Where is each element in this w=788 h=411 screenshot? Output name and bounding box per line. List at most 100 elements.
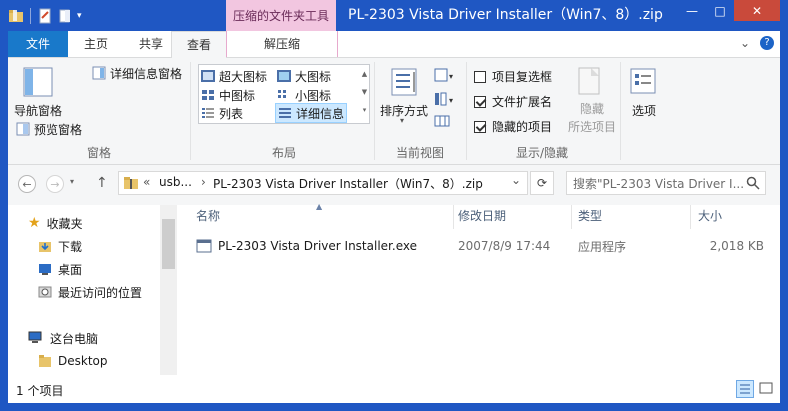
tab-share[interactable]: 共享	[124, 31, 178, 57]
qat-dropdown-icon[interactable]: ▾	[77, 11, 82, 21]
nav-item-downloads[interactable]: 下载	[38, 235, 82, 257]
maximize-button[interactable]: □	[706, 0, 734, 21]
back-button[interactable]: ←	[18, 175, 36, 193]
extra-large-icons-icon	[201, 70, 215, 82]
options-icon	[630, 68, 656, 94]
item-checkboxes-option[interactable]: 项目复选框	[474, 68, 552, 85]
details-view-toggle[interactable]	[736, 380, 754, 398]
refresh-button[interactable]: ⟳	[530, 171, 554, 195]
file-name: PL-2303 Vista Driver Installer.exe	[218, 239, 417, 253]
nav-pane-button[interactable]: 导航窗格	[12, 66, 62, 120]
star-icon: ★	[28, 215, 41, 231]
nav-item-desktop-folder-label: Desktop	[58, 354, 108, 368]
address-segment-zip[interactable]: PL-2303 Vista Driver Installer（Win7、8）.z…	[213, 175, 483, 192]
nav-item-this-pc[interactable]: 这台电脑	[28, 327, 98, 349]
layout-list[interactable]: 列表	[201, 104, 243, 122]
nav-item-downloads-label: 下载	[58, 239, 83, 254]
layout-extra-large[interactable]: 超大图标	[201, 67, 267, 85]
address-segment-usb[interactable]: usb...	[159, 175, 192, 189]
sort-by-button[interactable]: 排序方式 ▾	[378, 66, 430, 126]
desktop-folder-icon	[39, 355, 51, 367]
tab-extract[interactable]: 解压缩	[226, 31, 338, 57]
exe-file-icon	[196, 239, 212, 253]
forward-button[interactable]: →	[46, 175, 64, 193]
large-icons-view-toggle[interactable]	[758, 380, 776, 398]
status-bar: 1 个项目	[8, 375, 780, 403]
layout-group-label: 布局	[271, 146, 296, 160]
column-header-type[interactable]: 类型	[578, 205, 602, 229]
recent-locations-icon[interactable]: ▾	[70, 177, 74, 186]
hidden-items-label: 隐藏的项目	[492, 120, 553, 134]
properties-icon[interactable]	[37, 8, 53, 24]
table-row[interactable]: PL-2303 Vista Driver Installer.exe 2007/…	[186, 235, 768, 257]
preview-pane-button[interactable]: 预览窗格	[16, 120, 82, 138]
hidden-items-option[interactable]: 隐藏的项目	[474, 118, 552, 135]
details-pane-button[interactable]: 详细信息窗格	[92, 64, 182, 82]
layout-large-label: 大图标	[295, 69, 332, 84]
column-header-modified[interactable]: 修改日期	[458, 205, 506, 229]
file-extensions-checkbox[interactable]	[474, 95, 486, 108]
hide-selected-button[interactable]: 隐藏 所选项目	[562, 66, 618, 136]
item-checkboxes-checkbox[interactable]	[474, 70, 486, 83]
address-bar[interactable]: « usb... › PL-2303 Vista Driver Installe…	[118, 171, 528, 195]
window-controls: — □ ✕	[678, 0, 780, 21]
tab-file[interactable]: 文件	[8, 31, 68, 57]
nav-item-recent[interactable]: 最近访问的位置	[38, 281, 142, 303]
address-separator[interactable]: ›	[201, 175, 206, 189]
help-icon[interactable]: ?	[760, 36, 774, 50]
small-icons-icon	[278, 90, 286, 98]
layout-gallery-scroll[interactable]: ▲ ▼ ▾	[360, 64, 370, 124]
nav-pane-scrollbar[interactable]	[160, 205, 177, 375]
column-separator[interactable]	[453, 205, 454, 229]
hide-selected-icon	[578, 67, 600, 95]
layout-extra-large-label: 超大图标	[219, 69, 268, 84]
nav-item-desktop-folder[interactable]: Desktop	[38, 350, 108, 372]
group-by-icon[interactable]: ▾	[434, 68, 456, 84]
size-columns-icon[interactable]	[434, 114, 456, 130]
layout-small-label: 小图标	[295, 88, 332, 103]
search-icon	[746, 176, 760, 190]
medium-icons-icon	[202, 90, 214, 100]
column-separator[interactable]	[571, 205, 572, 229]
column-header-name[interactable]: 名称	[196, 205, 220, 229]
svg-text:▾: ▾	[449, 96, 453, 105]
search-input[interactable]: 搜索"PL-2303 Vista Driver I...	[573, 175, 744, 192]
ribbon-collapse-icon[interactable]: ⌄	[740, 36, 750, 50]
nav-item-favorites[interactable]: ★ 收藏夹	[28, 212, 83, 234]
item-count: 1 个项目	[16, 384, 64, 398]
layout-gallery: 超大图标 大图标 中图标 小图标 列表 详细信息	[198, 64, 362, 124]
layout-large[interactable]: 大图标	[277, 67, 331, 85]
layout-list-label: 列表	[219, 106, 244, 121]
add-columns-icon[interactable]: ▾	[434, 92, 456, 108]
nav-item-desktop[interactable]: 桌面	[38, 258, 82, 280]
search-box[interactable]: 搜索"PL-2303 Vista Driver I...	[566, 171, 766, 195]
column-separator[interactable]	[690, 205, 691, 229]
group-show-hide: 项目复选框 文件扩展名 隐藏的项目 隐藏 所选项目 显示/隐藏	[466, 58, 618, 164]
ribbon-tabs: 文件 主页 共享 查看 解压缩 ⌄ ?	[8, 31, 780, 58]
options-button[interactable]: 选项	[624, 66, 664, 126]
tab-home[interactable]: 主页	[68, 31, 124, 57]
layout-details[interactable]: 详细信息	[275, 103, 348, 123]
options-label: 选项	[632, 104, 657, 118]
details-pane-icon	[92, 66, 106, 80]
new-folder-icon[interactable]	[57, 8, 73, 24]
forward-arrow-icon: →	[50, 177, 60, 191]
scrollbar-thumb[interactable]	[162, 219, 175, 269]
explorer-window: ▾ 压缩的文件夹工具 PL-2303 Vista Driver Installe…	[8, 0, 780, 403]
address-dropdown-icon[interactable]: ⌄	[511, 173, 521, 187]
layout-details-label: 详细信息	[296, 106, 345, 121]
address-overflow[interactable]: «	[143, 175, 150, 189]
nav-item-recent-label: 最近访问的位置	[58, 285, 143, 300]
column-header-size[interactable]: 大小	[698, 205, 722, 229]
file-extensions-option[interactable]: 文件扩展名	[474, 93, 552, 110]
zip-folder-icon	[124, 177, 138, 189]
folder-icon[interactable]	[8, 8, 24, 24]
up-arrow-icon[interactable]: ↑	[96, 175, 108, 191]
file-modified: 2007/8/9 17:44	[458, 239, 551, 253]
layout-small[interactable]: 小图标	[277, 86, 331, 104]
close-button[interactable]: ✕	[734, 0, 780, 21]
minimize-button[interactable]: —	[678, 0, 706, 21]
tab-view[interactable]: 查看	[171, 31, 227, 58]
layout-medium[interactable]: 中图标	[201, 86, 255, 104]
hidden-items-checkbox[interactable]	[474, 120, 486, 133]
